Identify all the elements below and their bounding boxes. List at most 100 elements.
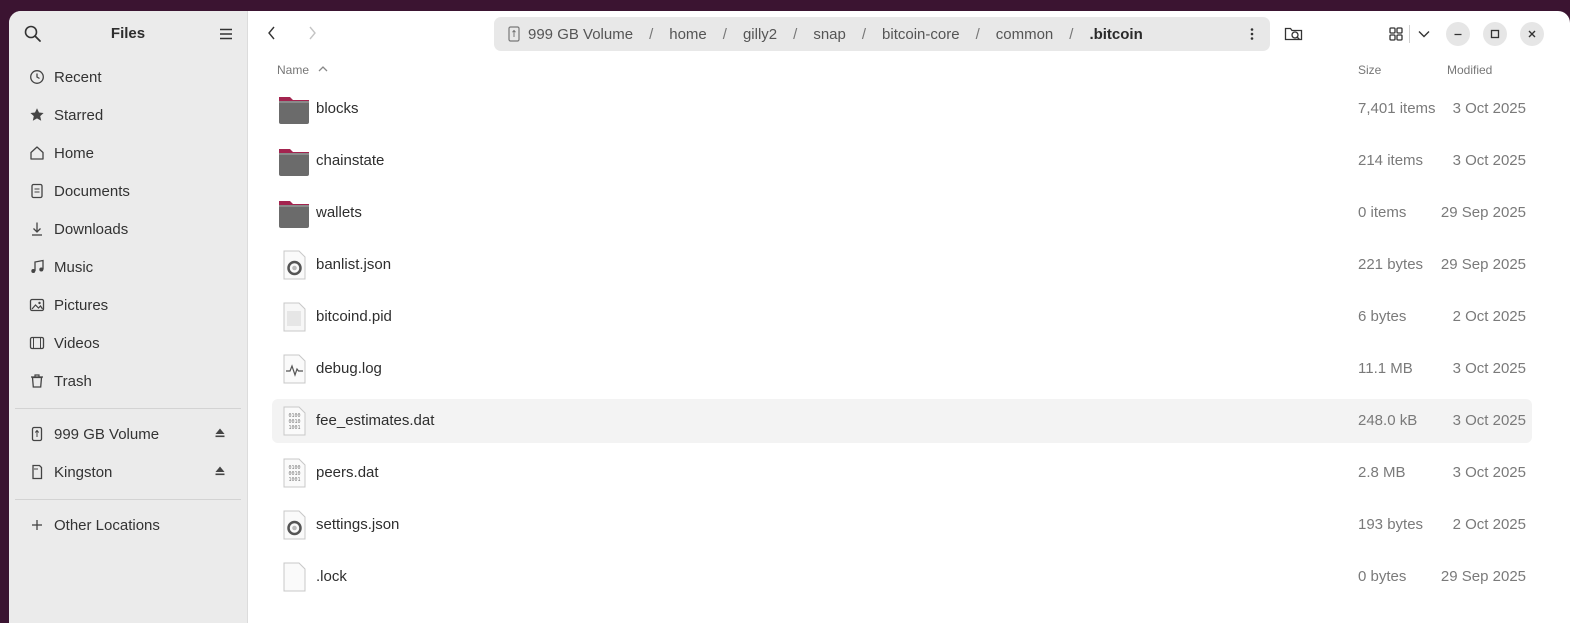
breadcrumb-separator: / [649,25,654,43]
file-row[interactable]: 0100 0010 1001 peers.dat 2.8 MB 3 Oct 2025 [272,451,1532,495]
close-button[interactable] [1520,22,1544,46]
sidebar-item-label: Other Locations [54,516,160,534]
file-size: 221 bytes [1358,256,1424,273]
chevron-right-icon [309,26,316,40]
file-row[interactable]: debug.log 11.1 MB 3 Oct 2025 [272,347,1532,391]
path-bar[interactable]: 999 GB Volume / home / gilly2 / snap / b… [494,17,1270,51]
breadcrumb-snap[interactable]: snap [813,26,846,43]
eject-icon[interactable] [213,426,227,440]
star-icon [28,106,46,124]
sidebar-item-home[interactable]: Home [9,134,247,172]
maximize-icon [1490,29,1500,39]
back-button[interactable] [262,23,282,43]
view-options-button[interactable] [1413,23,1435,45]
file-modified: 3 Oct 2025 [1452,100,1526,117]
sidebar-item-label: Pictures [54,296,109,314]
breadcrumb-separator: / [722,25,727,43]
header-bar: 999 GB Volume / home / gilly2 / snap / b… [248,11,1570,56]
file-name: banlist.json [316,256,392,273]
json-file-icon [278,509,310,541]
folder-search-icon [1284,27,1303,41]
eject-icon[interactable] [213,464,227,478]
sd-card-icon [28,463,46,481]
svg-text:1001: 1001 [288,425,300,431]
breadcrumb-current[interactable]: .bitcoin [1089,26,1142,43]
minimize-icon [1454,33,1462,36]
column-name-header[interactable]: Name [277,63,309,77]
sidebar-item-label: Videos [54,334,100,352]
breadcrumb-separator: / [793,25,798,43]
home-icon [28,144,46,162]
column-size-header[interactable]: Size [1358,63,1381,77]
file-modified: 29 Sep 2025 [1440,204,1526,221]
file-manager-window: Files Recent Starred Home Documents Down… [9,11,1570,623]
path-menu-icon[interactable] [1244,26,1260,42]
sidebar-item-videos[interactable]: Videos [9,324,247,362]
file-name: settings.json [316,516,400,533]
breadcrumb-common[interactable]: common [996,26,1054,43]
file-row[interactable]: banlist.json 221 bytes 29 Sep 2025 [272,243,1532,287]
sidebar-item-downloads[interactable]: Downloads [9,210,247,248]
file-name: chainstate [316,152,385,169]
sidebar-item-documents[interactable]: Documents [9,172,247,210]
sidebar-item-label: Music [54,258,94,276]
sort-ascending-icon [318,66,328,72]
sidebar: Files Recent Starred Home Documents Down… [9,11,248,623]
sidebar-item-999gb-volume[interactable]: 999 GB Volume [9,415,247,453]
breadcrumb-separator: / [1069,25,1074,43]
hamburger-menu-icon[interactable] [217,25,235,43]
sidebar-places: Recent Starred Home Documents Downloads … [9,58,247,400]
json-file-icon [278,249,310,281]
sidebar-item-kingston[interactable]: Kingston [9,453,247,491]
breadcrumb-gilly2[interactable]: gilly2 [743,26,777,43]
document-icon [28,182,46,200]
sidebar-item-recent[interactable]: Recent [9,58,247,96]
grid-view-button[interactable] [1385,23,1407,45]
column-modified-header[interactable]: Modified [1447,63,1492,77]
file-row[interactable]: .lock 0 bytes 29 Sep 2025 [272,555,1532,599]
sidebar-item-pictures[interactable]: Pictures [9,286,247,324]
file-row[interactable]: bitcoind.pid 6 bytes 2 Oct 2025 [272,295,1532,339]
close-icon [1528,30,1536,38]
sidebar-item-label: 999 GB Volume [54,425,160,443]
file-name: blocks [316,100,359,117]
file-row[interactable]: 0100 0010 1001 fee_estimates.dat 248.0 kB 3 O… [272,399,1532,443]
file-row[interactable]: blocks 7,401 items 3 Oct 2025 [272,87,1532,131]
file-modified: 3 Oct 2025 [1452,152,1526,169]
file-name: .lock [316,568,347,585]
breadcrumb-volume[interactable]: 999 GB Volume [528,26,633,43]
file-name: peers.dat [316,464,379,481]
folder-icon [278,145,310,177]
binary-file-icon: 0100 0010 1001 [278,457,310,489]
sidebar-item-music[interactable]: Music [9,248,247,286]
sidebar-item-label: Recent [54,68,102,86]
file-name: wallets [316,204,362,221]
file-size: 2.8 MB [1358,464,1406,481]
minimize-button[interactable] [1446,22,1470,46]
sidebar-item-starred[interactable]: Starred [9,96,247,134]
maximize-button[interactable] [1483,22,1507,46]
grid-icon [1389,27,1403,41]
sidebar-separator [15,499,241,500]
file-name: bitcoind.pid [316,308,392,325]
sidebar-item-trash[interactable]: Trash [9,362,247,400]
breadcrumb-separator: / [861,25,867,43]
trash-icon [28,372,46,390]
file-row[interactable]: wallets 0 items 29 Sep 2025 [272,191,1532,235]
folder-icon [278,197,310,229]
chevron-down-icon [1418,31,1430,38]
breadcrumb-home[interactable]: home [669,26,707,43]
file-row[interactable]: chainstate 214 items 3 Oct 2025 [272,139,1532,183]
breadcrumb-bitcoin-core[interactable]: bitcoin-core [882,26,960,43]
file-row[interactable]: settings.json 193 bytes 2 Oct 2025 [272,503,1532,547]
search-in-folder-button[interactable] [1283,23,1305,45]
sidebar-item-other-locations[interactable]: Other Locations [9,506,247,544]
file-size: 0 items [1358,204,1407,221]
empty-file-icon [278,561,310,593]
usb-drive-icon [508,26,520,42]
file-modified: 29 Sep 2025 [1440,568,1526,585]
sidebar-item-label: Documents [54,182,130,200]
file-modified: 3 Oct 2025 [1452,412,1526,429]
forward-button[interactable] [302,23,322,43]
file-size: 193 bytes [1358,516,1424,533]
